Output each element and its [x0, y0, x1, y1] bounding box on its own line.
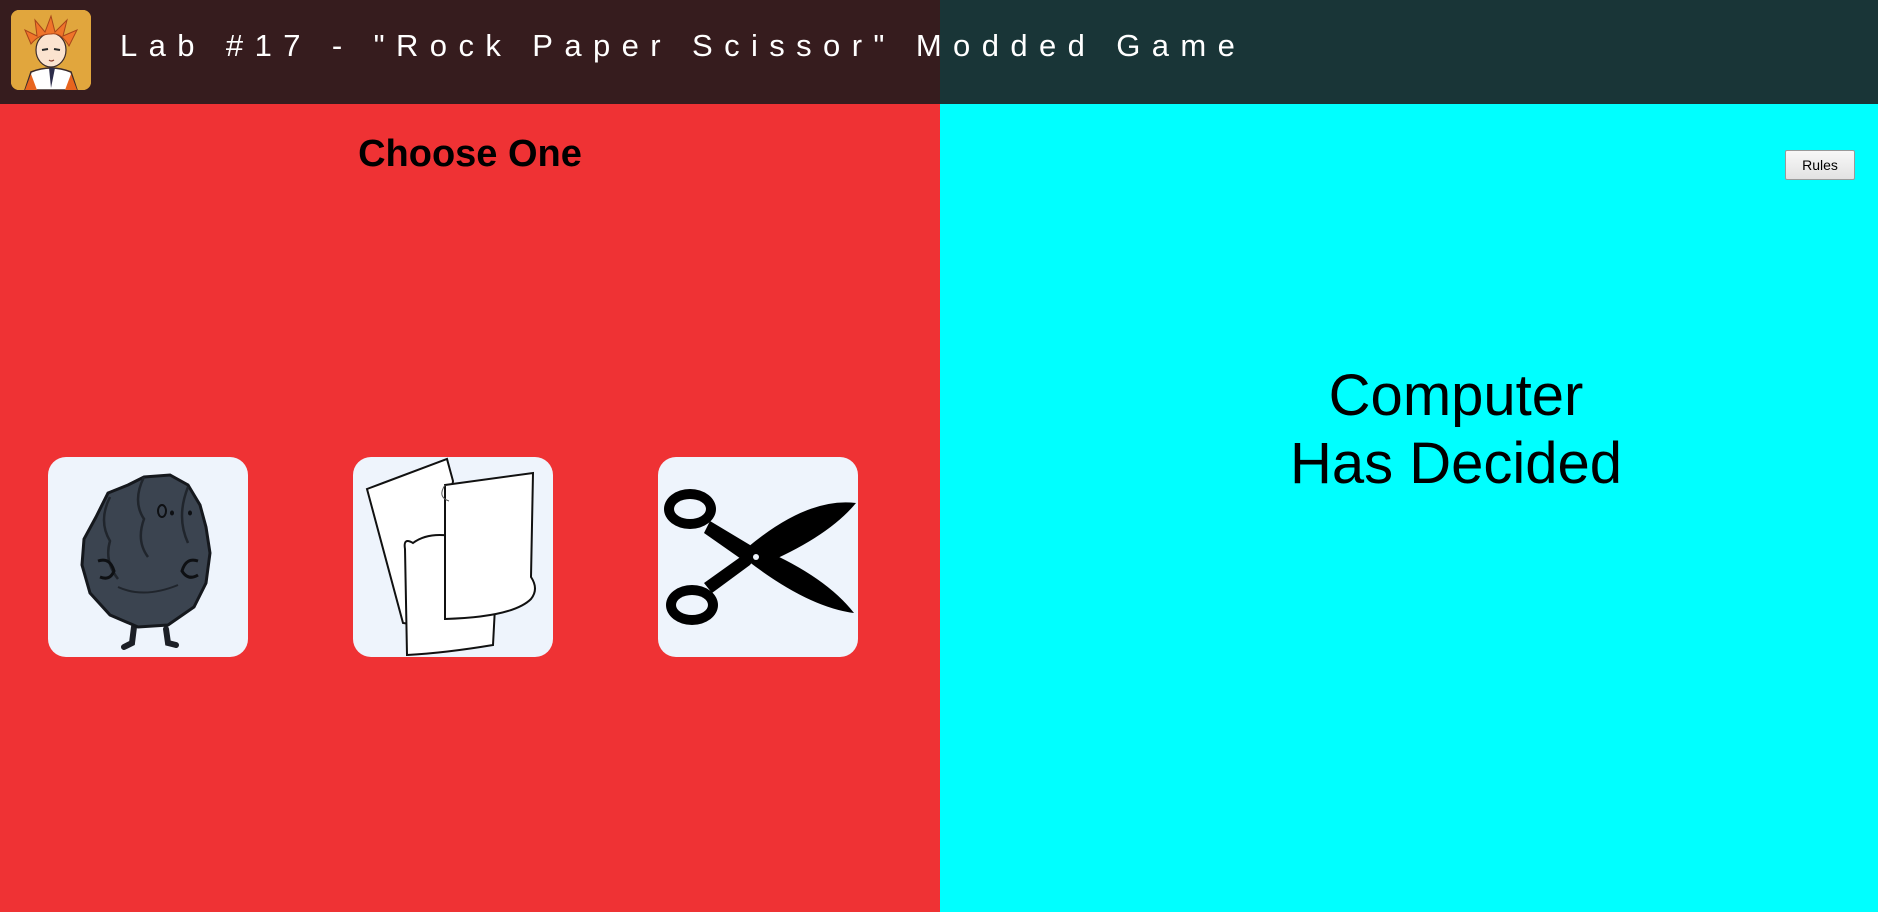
rules-button[interactable]: Rules [1785, 150, 1855, 180]
scissors-choice-button[interactable] [658, 457, 858, 657]
avatar-icon [11, 10, 91, 90]
anime-character-avatar [11, 10, 91, 90]
rock-character-icon [80, 473, 212, 650]
computer-status-line1: Computer [1328, 363, 1584, 428]
choose-heading: Choose One [358, 133, 582, 175]
scissors-icon [664, 489, 856, 625]
game-page: Lab #17 - "Rock Paper Scissor" Modded Ga… [0, 0, 1878, 912]
paper-choice-button[interactable] [353, 457, 553, 657]
rock-choice-button[interactable] [48, 457, 248, 657]
page-title: Lab #17 - "Rock Paper Scissor" Modded Ga… [120, 28, 1247, 63]
computer-status-text: Computer Has Decided [1136, 362, 1776, 498]
paper-sheets-icon [365, 457, 536, 657]
computer-status-line2: Has Decided [1289, 431, 1623, 496]
